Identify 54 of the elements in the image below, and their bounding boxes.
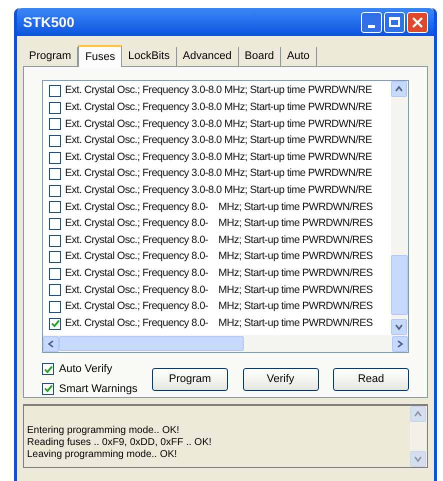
log-line: Leaving programming mode.. OK!: [27, 449, 178, 461]
fuse-label: Ext. Crystal Osc.; Frequency 8.0- MHz; Start-up time PWRDWN/RES: [65, 200, 373, 215]
fuse-checkbox[interactable]: [49, 201, 61, 214]
fuse-checkbox[interactable]: [49, 284, 61, 296]
log-line: Reading fuses .. 0xF9, 0xDD, 0xFF .. OK!: [27, 437, 213, 449]
horizontal-scrollbar[interactable]: [43, 335, 408, 352]
fuse-label: Ext. Crystal Osc.; Frequency 3.0-8.0 MHz; Start-up time PWRDWN/RE: [65, 150, 372, 165]
fuse-checkbox[interactable]: [49, 268, 61, 280]
fuse-label: Ext. Crystal Osc.; Frequency 8.0- MHz; Start-up time PWRDWN/RES: [65, 266, 373, 281]
vertical-scrollbar[interactable]: [391, 81, 408, 335]
fuse-label: Ext. Crystal Osc.; Frequency 8.0- MHz; Start-up time PWRDWN/RES: [65, 316, 373, 331]
scroll-thumb[interactable]: [391, 255, 408, 315]
fuse-checkbox[interactable]: [49, 85, 61, 98]
fuse-checkbox[interactable]: [49, 251, 61, 264]
fuse-label: Ext. Crystal Osc.; Frequency 3.0-8.0 MHz; Start-up time PWRDWN/RE: [65, 100, 372, 116]
fuse-label: Ext. Crystal Osc.; Frequency 3.0-8.0 MHz; Start-up time PWRDWN/RE: [65, 116, 372, 132]
fuse-label: Ext. Crystal Osc.; Frequency 8.0- MHz; Start-up time PWRDWN/RES: [65, 232, 373, 248]
fuse-checkbox[interactable]: [49, 168, 61, 180]
fuse-checkbox[interactable]: [49, 135, 61, 148]
fuse-label: Ext. Crystal Osc.; Frequency 8.0- MHz; Start-up time PWRDWN/RES: [65, 249, 373, 264]
option-checkbox[interactable]: [42, 382, 54, 395]
minimize-button[interactable]: [361, 12, 382, 32]
fuse-label: Ext. Crystal Osc.; Frequency 3.0-8.0 MHz; Start-up time PWRDWN/RE: [65, 83, 372, 98]
close-button[interactable]: [407, 12, 428, 32]
close-icon: [412, 16, 423, 28]
scroll-thumb[interactable]: [59, 336, 244, 351]
scroll-down-button[interactable]: [391, 319, 407, 335]
fuse-label: Ext. Crystal Osc.; Frequency 8.0- MHz; Start-up time PWRDWN/RES: [65, 282, 373, 298]
tab[interactable]: Fuses: [78, 45, 122, 67]
scroll-left-button[interactable]: [43, 336, 59, 352]
scroll-right-button[interactable]: [392, 336, 408, 352]
fuse-checkbox[interactable]: [49, 118, 61, 130]
option-checkbox[interactable]: [42, 363, 54, 376]
fuse-checkbox[interactable]: [49, 218, 61, 230]
fuse-label: Ext. Crystal Osc.; Frequency 8.0- MHz; Start-up time PWRDWN/RES: [65, 299, 373, 314]
action-button[interactable]: Read: [333, 368, 409, 390]
window-title: STK500: [23, 12, 76, 32]
fuse-checkbox[interactable]: [49, 301, 61, 314]
fuse-checkbox[interactable]: [49, 318, 61, 330]
action-button[interactable]: Program: [152, 368, 228, 390]
scroll-up-button[interactable]: [391, 81, 407, 97]
fuse-checkbox[interactable]: [49, 184, 61, 197]
fuse-label: Ext. Crystal Osc.; Frequency 8.0- MHz; Start-up time PWRDWN/RES: [65, 216, 373, 232]
fuse-label: Ext. Crystal Osc.; Frequency 3.0-8.0 MHz; Start-up time PWRDWN/RE: [65, 133, 372, 148]
fuse-checkbox[interactable]: [49, 152, 61, 164]
fuse-checkbox[interactable]: [49, 234, 61, 247]
fuse-label: Ext. Crystal Osc.; Frequency 3.0-8.0 MHz; Start-up time PWRDWN/RE: [65, 182, 372, 198]
fuse-label: Ext. Crystal Osc.; Frequency 3.0-8.0 MHz; Start-up time PWRDWN/RE: [65, 166, 372, 182]
option-label: Auto Verify: [59, 362, 112, 377]
log-line: Entering programming mode.. OK!: [27, 425, 180, 437]
action-button[interactable]: Verify: [242, 368, 318, 390]
maximize-button[interactable]: [384, 12, 405, 32]
fuse-checkbox[interactable]: [49, 102, 61, 114]
option-label: Smart Warnings: [59, 382, 138, 396]
